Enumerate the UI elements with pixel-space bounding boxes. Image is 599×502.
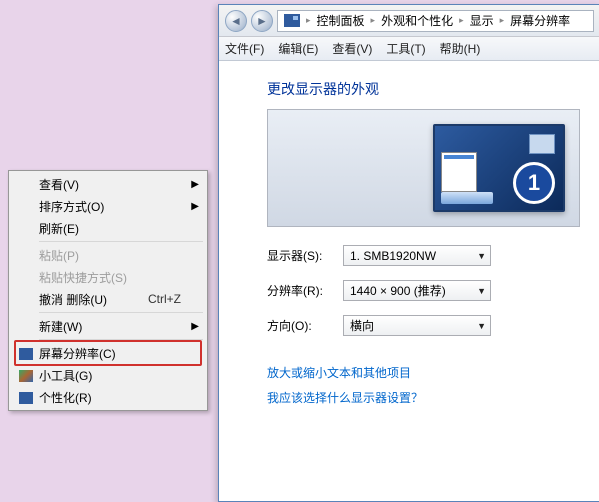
menu-help[interactable]: 帮助(H) xyxy=(440,40,481,57)
menu-paste: 粘贴(P) xyxy=(11,244,205,266)
display-value: 1. SMB1920NW xyxy=(350,249,436,263)
menu-separator xyxy=(39,312,203,313)
menu-view[interactable]: 查看(V) xyxy=(332,40,372,57)
display-combo[interactable]: 1. SMB1920NW ▼ xyxy=(343,245,491,266)
dropdown-arrow-icon: ▼ xyxy=(477,286,486,296)
menu-sort-by[interactable]: 排序方式(O) ▶ xyxy=(11,195,205,217)
menu-sort-label: 排序方式(O) xyxy=(37,198,201,215)
content-area: 更改显示器的外观 1 显示器(S): 1. SMB1920NW ▼ 分辨率(R)… xyxy=(219,61,599,424)
forward-icon: ► xyxy=(256,14,268,28)
menu-gadgets-label: 小工具(G) xyxy=(37,367,201,384)
menu-paste-label: 粘贴(P) xyxy=(37,247,201,264)
address-bar[interactable]: ▸ 控制面板 ▸ 外观和个性化 ▸ 显示 ▸ 屏幕分辨率 xyxy=(277,10,594,32)
menu-screen-resolution[interactable]: 屏幕分辨率(C) xyxy=(11,342,205,364)
link-text-size[interactable]: 放大或缩小文本和其他项目 xyxy=(267,364,580,381)
display-row: 显示器(S): 1. SMB1920NW ▼ xyxy=(267,245,580,266)
resolution-row: 分辨率(R): 1440 × 900 (推荐) ▼ xyxy=(267,280,580,301)
submenu-arrow-icon: ▶ xyxy=(191,201,199,212)
resolution-label: 分辨率(R): xyxy=(267,282,343,299)
link-which-display[interactable]: 我应该选择什么显示器设置？ xyxy=(267,389,580,406)
control-panel-window: ◄ ► ▸ 控制面板 ▸ 外观和个性化 ▸ 显示 ▸ 屏幕分辨率 文件(F) 编… xyxy=(218,4,599,502)
dropdown-arrow-icon: ▼ xyxy=(477,251,486,261)
page-title: 更改显示器的外观 xyxy=(267,79,580,99)
menu-gadgets[interactable]: 小工具(G) xyxy=(11,364,205,386)
menu-edit[interactable]: 编辑(E) xyxy=(278,40,318,57)
submenu-arrow-icon: ▶ xyxy=(191,179,199,190)
back-icon: ◄ xyxy=(230,14,242,28)
menu-paste-shortcut-label: 粘贴快捷方式(S) xyxy=(37,269,201,286)
breadcrumb-appearance[interactable]: 外观和个性化 xyxy=(381,12,453,29)
menubar: 文件(F) 编辑(E) 查看(V) 工具(T) 帮助(H) xyxy=(219,37,599,61)
menu-file[interactable]: 文件(F) xyxy=(225,40,264,57)
display-icon xyxy=(284,14,300,27)
gadget-icon xyxy=(15,368,37,382)
menu-separator xyxy=(39,339,203,340)
menu-view[interactable]: 查看(V) ▶ xyxy=(11,173,205,195)
dropdown-arrow-icon: ▼ xyxy=(477,321,486,331)
orientation-combo[interactable]: 横向 ▼ xyxy=(343,315,491,336)
personalize-icon xyxy=(15,390,37,404)
display-icon xyxy=(15,346,37,360)
chevron-right-icon: ▸ xyxy=(500,15,505,26)
orientation-value: 横向 xyxy=(350,317,374,334)
chevron-right-icon: ▸ xyxy=(459,15,464,26)
desktop-context-menu: 查看(V) ▶ 排序方式(O) ▶ 刷新(E) 粘贴(P) 粘贴快捷方式(S) … xyxy=(8,170,208,411)
menu-undo-label: 撤消 删除(U) xyxy=(37,291,148,308)
monitor-thumbnail[interactable]: 1 xyxy=(433,124,565,212)
nav-forward-button[interactable]: ► xyxy=(251,10,273,32)
links-section: 放大或缩小文本和其他项目 我应该选择什么显示器设置？ xyxy=(267,364,580,406)
menu-new-label: 新建(W) xyxy=(37,318,201,335)
chevron-right-icon: ▸ xyxy=(371,15,376,26)
resolution-combo[interactable]: 1440 × 900 (推荐) ▼ xyxy=(343,280,491,301)
resolution-value: 1440 × 900 (推荐) xyxy=(350,282,446,299)
monitor-number: 1 xyxy=(513,162,555,204)
menu-screen-resolution-label: 屏幕分辨率(C) xyxy=(37,345,201,362)
menu-new[interactable]: 新建(W) ▶ xyxy=(11,315,205,337)
menu-separator xyxy=(39,241,203,242)
menu-refresh[interactable]: 刷新(E) xyxy=(11,217,205,239)
menu-refresh-label: 刷新(E) xyxy=(37,220,201,237)
submenu-arrow-icon: ▶ xyxy=(191,321,199,332)
breadcrumb-display[interactable]: 显示 xyxy=(470,12,494,29)
menu-undo-shortcut: Ctrl+Z xyxy=(148,292,201,306)
monitor-taskbar-icon xyxy=(441,192,493,204)
menu-undo-delete[interactable]: 撤消 删除(U) Ctrl+Z xyxy=(11,288,205,310)
orientation-label: 方向(O): xyxy=(267,317,343,334)
nav-back-button[interactable]: ◄ xyxy=(225,10,247,32)
window-titlebar: ◄ ► ▸ 控制面板 ▸ 外观和个性化 ▸ 显示 ▸ 屏幕分辨率 xyxy=(219,5,599,37)
display-label: 显示器(S): xyxy=(267,247,343,264)
menu-paste-shortcut: 粘贴快捷方式(S) xyxy=(11,266,205,288)
menu-view-label: 查看(V) xyxy=(37,176,201,193)
monitor-overlay-icon xyxy=(529,134,555,154)
menu-tools[interactable]: 工具(T) xyxy=(386,40,425,57)
breadcrumb-resolution[interactable]: 屏幕分辨率 xyxy=(510,12,570,29)
chevron-right-icon: ▸ xyxy=(306,15,311,26)
orientation-row: 方向(O): 横向 ▼ xyxy=(267,315,580,336)
display-preview[interactable]: 1 xyxy=(267,109,580,227)
menu-personalize[interactable]: 个性化(R) xyxy=(11,386,205,408)
breadcrumb-control-panel[interactable]: 控制面板 xyxy=(317,12,365,29)
menu-personalize-label: 个性化(R) xyxy=(37,389,201,406)
monitor-window-icon xyxy=(441,152,477,192)
